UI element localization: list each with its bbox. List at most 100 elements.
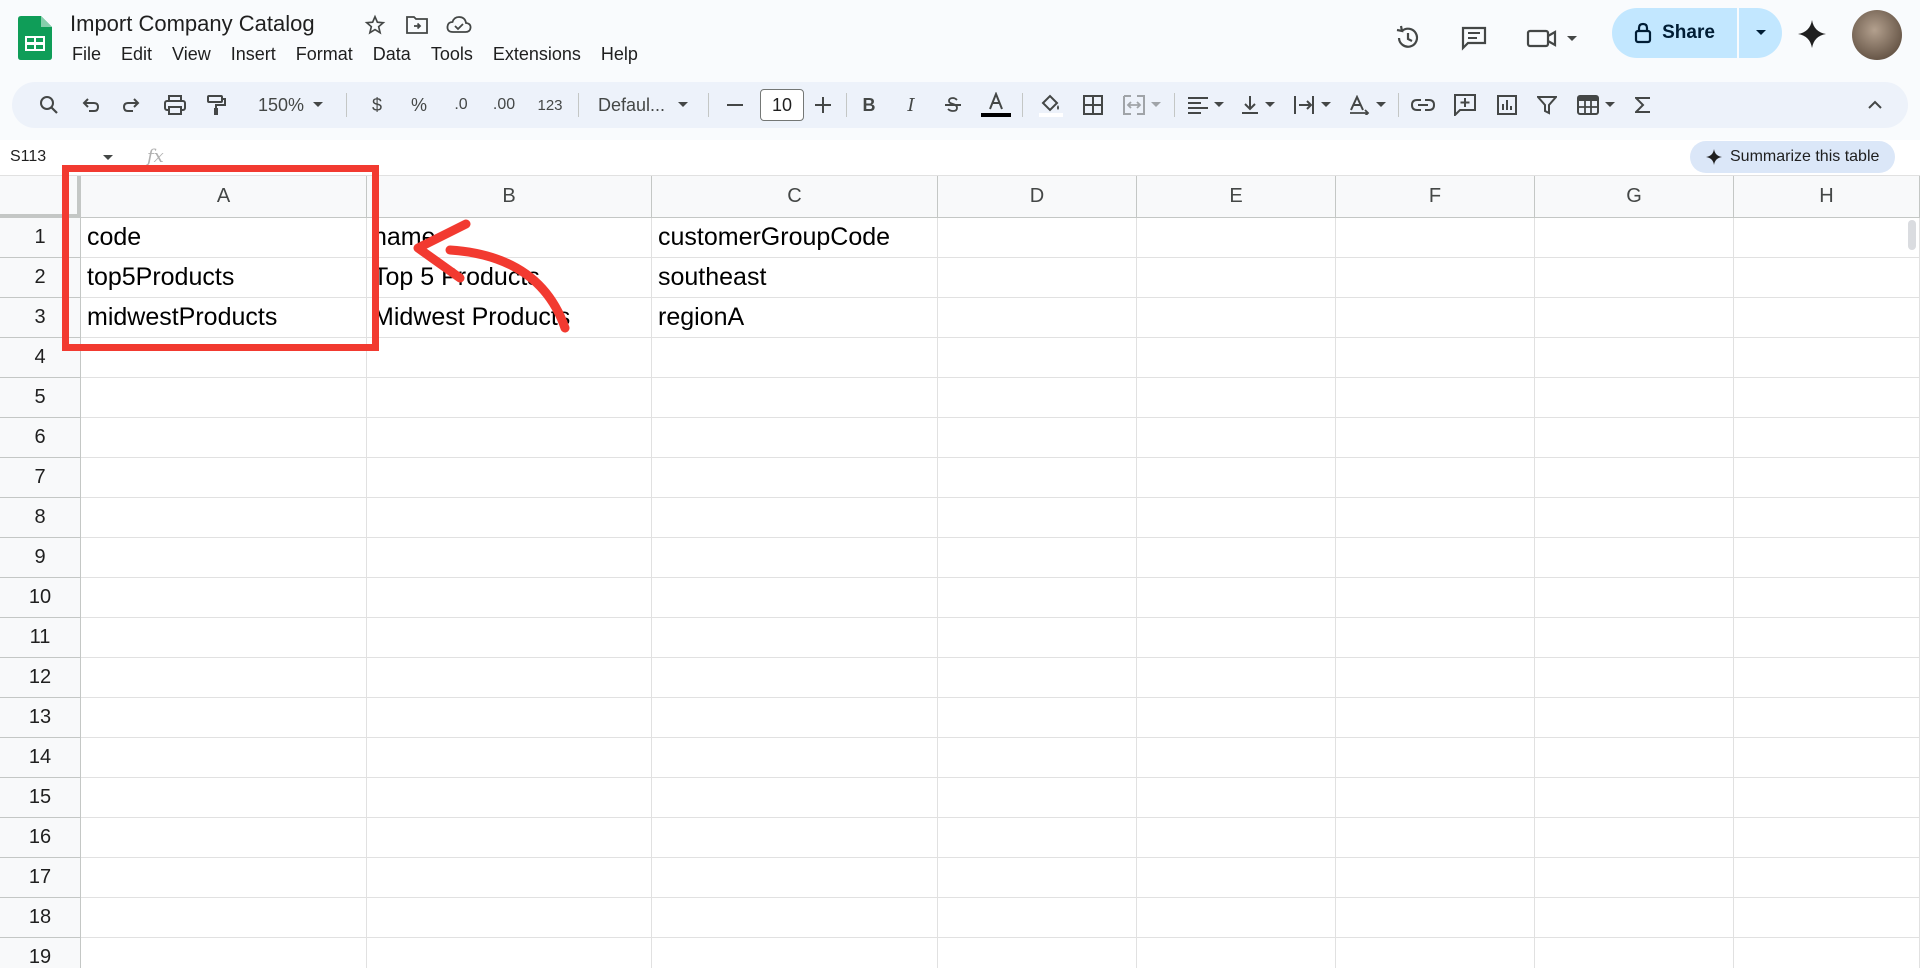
font-family-select[interactable]: Defaul... xyxy=(588,82,698,128)
cloud-saved-icon[interactable] xyxy=(446,12,472,38)
cell-f5[interactable] xyxy=(1336,378,1535,418)
cell-b14[interactable] xyxy=(367,738,652,778)
fill-color-icon[interactable] xyxy=(1034,82,1068,128)
cell-f11[interactable] xyxy=(1336,618,1535,658)
cell-a9[interactable] xyxy=(81,538,367,578)
insert-chart-icon[interactable] xyxy=(1492,82,1522,128)
row-header-12[interactable]: 12 xyxy=(0,658,81,698)
cell-f1[interactable] xyxy=(1336,218,1535,258)
cell-d13[interactable] xyxy=(938,698,1137,738)
row-header-5[interactable]: 5 xyxy=(0,378,81,418)
cell-d8[interactable] xyxy=(938,498,1137,538)
cell-h14[interactable] xyxy=(1734,738,1920,778)
cell-c13[interactable] xyxy=(652,698,938,738)
cell-h15[interactable] xyxy=(1734,778,1920,818)
gemini-sparkle-icon[interactable] xyxy=(1792,14,1832,54)
cell-d17[interactable] xyxy=(938,858,1137,898)
cell-g12[interactable] xyxy=(1535,658,1734,698)
cell-a5[interactable] xyxy=(81,378,367,418)
cell-d11[interactable] xyxy=(938,618,1137,658)
cell-c2[interactable]: southeast xyxy=(652,258,938,298)
column-header-b[interactable]: B xyxy=(367,176,652,218)
strikethrough-icon[interactable] xyxy=(938,82,968,128)
row-header-9[interactable]: 9 xyxy=(0,538,81,578)
cell-d10[interactable] xyxy=(938,578,1137,618)
cell-h18[interactable] xyxy=(1734,898,1920,938)
menu-data[interactable]: Data xyxy=(363,42,421,66)
functions-icon[interactable] xyxy=(1628,82,1658,128)
cell-e16[interactable] xyxy=(1137,818,1336,858)
cell-f18[interactable] xyxy=(1336,898,1535,938)
cell-c1[interactable]: customerGroupCode xyxy=(652,218,938,258)
cell-f12[interactable] xyxy=(1336,658,1535,698)
italic-button[interactable]: I xyxy=(896,82,926,128)
cell-f7[interactable] xyxy=(1336,458,1535,498)
increase-font-size-button[interactable] xyxy=(808,82,838,128)
zoom-select[interactable]: 150% xyxy=(246,82,336,128)
bold-button[interactable]: B xyxy=(854,82,884,128)
cell-a10[interactable] xyxy=(81,578,367,618)
column-header-f[interactable]: F xyxy=(1336,176,1535,218)
cell-a18[interactable] xyxy=(81,898,367,938)
cell-b13[interactable] xyxy=(367,698,652,738)
chevron-down-icon[interactable] xyxy=(102,154,114,162)
cell-d15[interactable] xyxy=(938,778,1137,818)
cell-f19[interactable] xyxy=(1336,938,1535,968)
cell-c11[interactable] xyxy=(652,618,938,658)
row-header-19[interactable]: 19 xyxy=(0,938,81,968)
cell-g14[interactable] xyxy=(1535,738,1734,778)
redo-icon[interactable] xyxy=(118,82,146,128)
row-header-18[interactable]: 18 xyxy=(0,898,81,938)
text-color-icon[interactable] xyxy=(978,82,1014,128)
cell-c15[interactable] xyxy=(652,778,938,818)
cell-f9[interactable] xyxy=(1336,538,1535,578)
cell-a14[interactable] xyxy=(81,738,367,778)
cell-h3[interactable] xyxy=(1734,298,1920,338)
cell-e6[interactable] xyxy=(1137,418,1336,458)
cell-e13[interactable] xyxy=(1137,698,1336,738)
cell-g9[interactable] xyxy=(1535,538,1734,578)
cell-h1[interactable] xyxy=(1734,218,1920,258)
cell-g5[interactable] xyxy=(1535,378,1734,418)
column-header-c[interactable]: C xyxy=(652,176,938,218)
document-title[interactable]: Import Company Catalog xyxy=(70,11,315,37)
avatar[interactable] xyxy=(1852,10,1902,60)
cell-a12[interactable] xyxy=(81,658,367,698)
row-header-10[interactable]: 10 xyxy=(0,578,81,618)
cell-g19[interactable] xyxy=(1535,938,1734,968)
currency-format-button[interactable]: $ xyxy=(362,82,392,128)
cell-e12[interactable] xyxy=(1137,658,1336,698)
more-formats-button[interactable]: 123 xyxy=(530,82,570,128)
cell-e11[interactable] xyxy=(1137,618,1336,658)
cell-f15[interactable] xyxy=(1336,778,1535,818)
cell-e17[interactable] xyxy=(1137,858,1336,898)
cell-f3[interactable] xyxy=(1336,298,1535,338)
cell-h9[interactable] xyxy=(1734,538,1920,578)
cell-h6[interactable] xyxy=(1734,418,1920,458)
name-box[interactable]: S113 xyxy=(10,148,46,166)
cell-g3[interactable] xyxy=(1535,298,1734,338)
print-icon[interactable] xyxy=(160,82,190,128)
row-header-14[interactable]: 14 xyxy=(0,738,81,778)
cell-a16[interactable] xyxy=(81,818,367,858)
table-view-icon[interactable] xyxy=(1572,82,1620,128)
cell-g10[interactable] xyxy=(1535,578,1734,618)
vertical-scrollbar[interactable] xyxy=(1908,220,1916,250)
cell-a7[interactable] xyxy=(81,458,367,498)
cell-e9[interactable] xyxy=(1137,538,1336,578)
cell-h17[interactable] xyxy=(1734,858,1920,898)
filter-icon[interactable] xyxy=(1532,82,1562,128)
cell-b19[interactable] xyxy=(367,938,652,968)
cell-a8[interactable] xyxy=(81,498,367,538)
cell-c6[interactable] xyxy=(652,418,938,458)
cell-a6[interactable] xyxy=(81,418,367,458)
cell-f6[interactable] xyxy=(1336,418,1535,458)
star-icon[interactable] xyxy=(362,12,388,38)
cell-e2[interactable] xyxy=(1137,258,1336,298)
share-button[interactable]: Share xyxy=(1612,8,1737,58)
cell-g2[interactable] xyxy=(1535,258,1734,298)
cell-h2[interactable] xyxy=(1734,258,1920,298)
row-header-16[interactable]: 16 xyxy=(0,818,81,858)
cell-c19[interactable] xyxy=(652,938,938,968)
cell-e4[interactable] xyxy=(1137,338,1336,378)
